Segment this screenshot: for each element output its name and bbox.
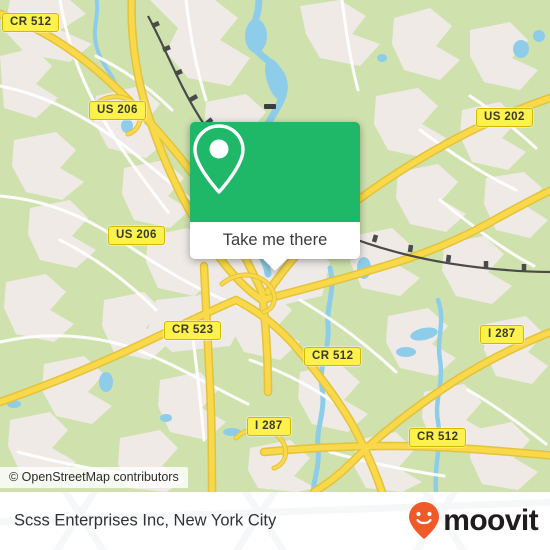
road-shield: I 287: [480, 325, 524, 344]
road-shield: CR 512: [304, 347, 362, 366]
footer-bar: Scss Enterprises Inc, New York City moov…: [0, 492, 550, 550]
location-title: Scss Enterprises Inc, New York City: [14, 511, 277, 530]
road-shield: CR 512: [2, 13, 60, 32]
popup-icon-area: [190, 122, 360, 222]
road-shield: I 287: [247, 417, 291, 436]
map-canvas[interactable]: CR 512 US 206 US 202 US 206 CR 523 CR 51…: [0, 0, 550, 492]
map-page: CR 512 US 206 US 202 US 206 CR 523 CR 51…: [0, 0, 550, 550]
osm-attribution[interactable]: © OpenStreetMap contributors: [0, 467, 188, 488]
location-popup-card[interactable]: Take me there: [190, 122, 360, 271]
map-pin-icon: [193, 124, 245, 194]
road-shield: US 202: [476, 108, 533, 127]
moovit-smiley-pin-icon: [409, 502, 440, 539]
road-shield: US 206: [89, 101, 146, 120]
popup-pointer-tail: [262, 258, 288, 271]
road-shield: US 206: [108, 226, 165, 245]
moovit-logo[interactable]: moovit: [407, 501, 539, 541]
road-shield: CR 523: [164, 321, 222, 340]
popup-action-bar[interactable]: Take me there: [190, 222, 360, 271]
take-me-there-label: Take me there: [222, 231, 328, 249]
road-shield: CR 512: [409, 428, 467, 447]
moovit-wordmark: moovit: [443, 504, 538, 537]
